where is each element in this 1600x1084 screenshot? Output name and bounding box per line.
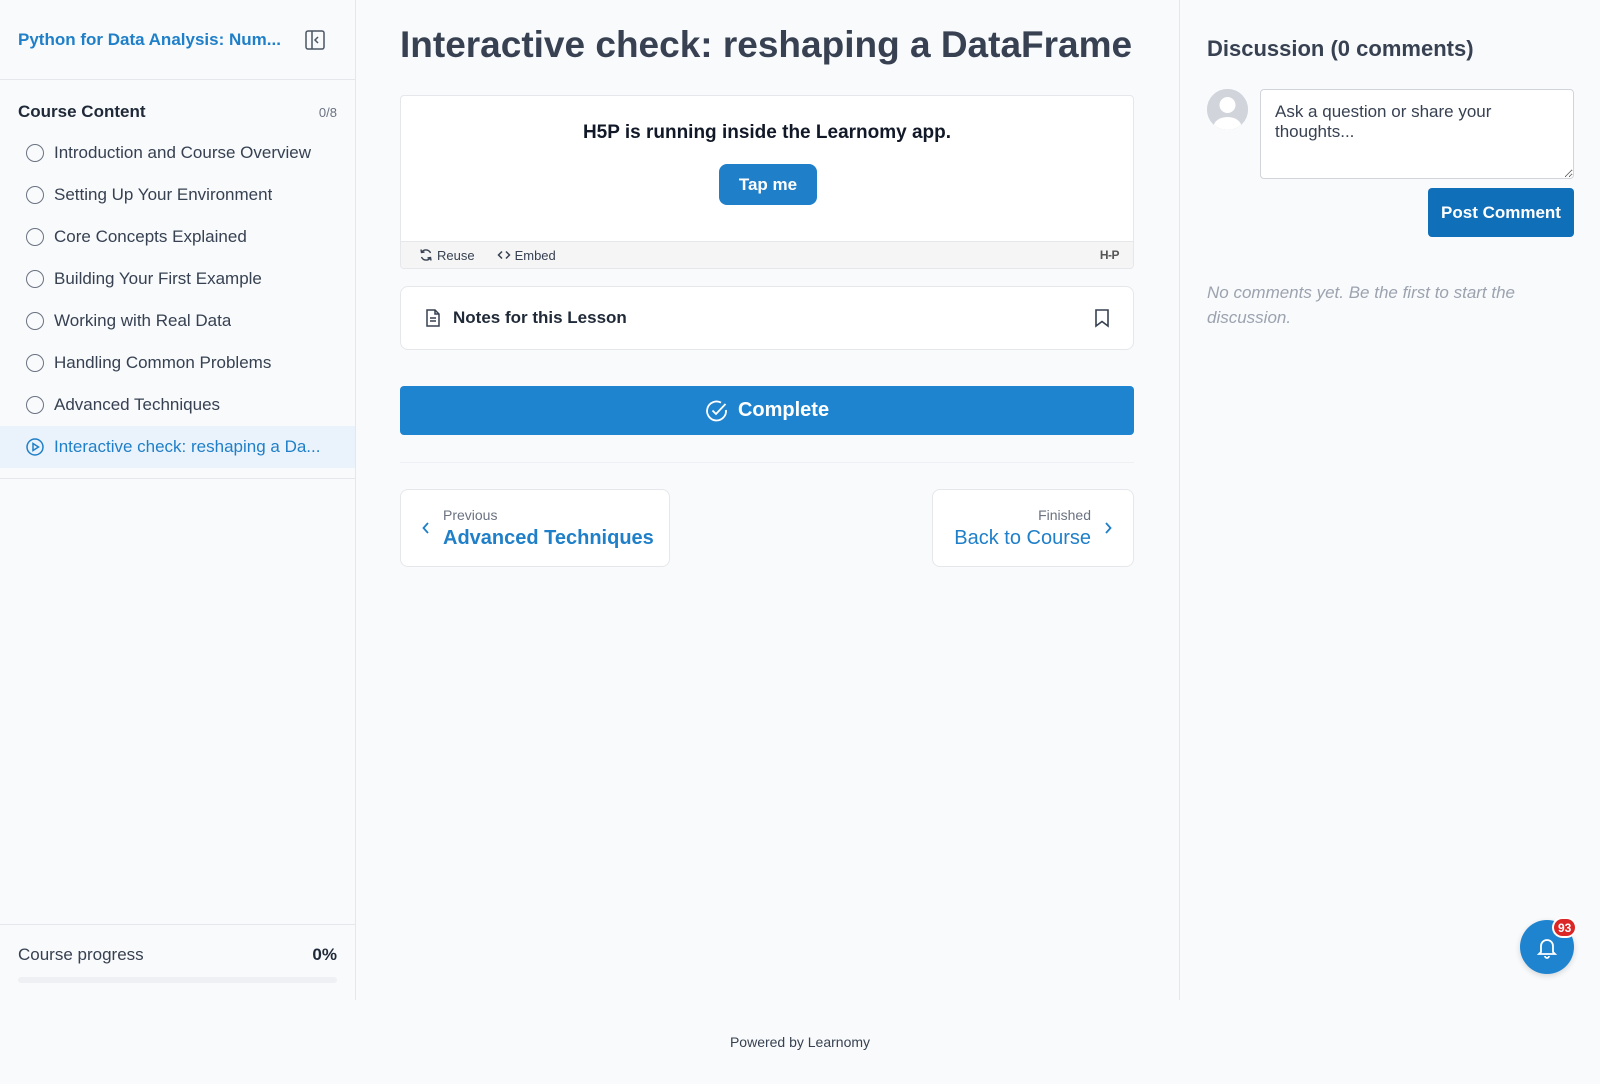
finished-label: Finished — [1038, 506, 1091, 523]
reuse-link[interactable]: Reuse — [419, 248, 475, 263]
lesson-label: Interactive check: reshaping a Da... — [54, 437, 321, 456]
comment-input[interactable] — [1260, 89, 1574, 179]
h5p-footer: Reuse Embed H-P — [401, 241, 1133, 268]
chevron-right-icon — [1105, 522, 1112, 534]
lesson-item[interactable]: Setting Up Your Environment — [0, 174, 355, 216]
h5p-embed: H5P is running inside the Learnomy app. … — [400, 95, 1134, 269]
lesson-label: Handling Common Problems — [54, 353, 272, 372]
incomplete-circle-icon — [26, 144, 44, 162]
course-title[interactable]: Python for Data Analysis: Num... — [18, 30, 281, 50]
complete-button[interactable]: Complete — [400, 386, 1134, 435]
embed-label: Embed — [514, 247, 556, 263]
lesson-item-active[interactable]: Interactive check: reshaping a Da... — [0, 426, 355, 468]
lesson-label: Advanced Techniques — [54, 395, 221, 414]
lesson-notes-panel[interactable]: Notes for this Lesson — [400, 286, 1134, 350]
complete-label: Complete — [737, 399, 830, 421]
lesson-list: Introduction and Course Overview Setting… — [0, 132, 355, 468]
embed-link[interactable]: Embed — [497, 248, 556, 263]
lesson-label: Building Your First Example — [54, 269, 262, 288]
tap-me-button[interactable]: Tap me — [719, 164, 817, 205]
section-divider — [400, 462, 1134, 463]
bell-icon — [1536, 939, 1558, 959]
notification-badge: 93 — [1552, 917, 1578, 938]
previous-lesson-link[interactable]: Previous Advanced Techniques — [400, 489, 670, 567]
discussion-panel: Discussion (0 comments) Post Comment No … — [1179, 0, 1600, 1000]
lesson-item[interactable]: Building Your First Example — [0, 258, 355, 300]
check-circle-icon — [706, 400, 727, 421]
lesson-label: Setting Up Your Environment — [54, 185, 273, 204]
h5p-logo: H-P — [1099, 248, 1120, 262]
lesson-item[interactable]: Introduction and Course Overview — [0, 132, 355, 174]
post-comment-button[interactable]: Post Comment — [1428, 188, 1574, 237]
course-sidebar: Python for Data Analysis: Num... Course … — [0, 0, 356, 1000]
sidebar-divider — [0, 478, 355, 479]
lesson-item[interactable]: Handling Common Problems — [0, 342, 355, 384]
lesson-count: 0/8 — [318, 104, 337, 120]
bookmark-icon — [1095, 309, 1109, 328]
chevron-left-icon — [422, 522, 429, 534]
back-to-course-link[interactable]: Finished Back to Course — [932, 489, 1134, 567]
page-footer: Powered by Learnomy — [0, 1000, 1600, 1084]
lesson-label: Core Concepts Explained — [54, 227, 247, 246]
reuse-label: Reuse — [437, 247, 475, 263]
progress-label: Course progress — [18, 945, 144, 964]
play-circle-icon — [26, 438, 44, 456]
reuse-icon — [420, 249, 432, 261]
lesson-label: Working with Real Data — [54, 311, 232, 330]
avatar — [1207, 89, 1248, 130]
lesson-label: Introduction and Course Overview — [54, 143, 312, 162]
h5p-message: H5P is running inside the Learnomy app. — [582, 122, 952, 143]
incomplete-circle-icon — [26, 186, 44, 204]
sidebar-header: Python for Data Analysis: Num... — [0, 0, 355, 80]
progress-value: 0% — [312, 945, 337, 964]
discussion-title: Discussion (0 comments) — [1207, 36, 1474, 61]
previous-lesson-title: Advanced Techniques — [443, 526, 654, 549]
document-icon — [426, 309, 440, 327]
incomplete-circle-icon — [26, 228, 44, 246]
back-to-course-title: Back to Course — [954, 526, 1091, 549]
course-content-header: Course Content 0/8 — [0, 80, 355, 132]
page-title: Interactive check: reshaping a DataFrame — [400, 24, 1133, 65]
previous-label: Previous — [443, 506, 498, 523]
empty-comments-text: No comments yet. Be the first to start t… — [1207, 283, 1516, 327]
incomplete-circle-icon — [26, 312, 44, 330]
course-content-label: Course Content — [18, 102, 146, 121]
incomplete-circle-icon — [26, 270, 44, 288]
lesson-main: Interactive check: reshaping a DataFrame… — [357, 0, 1179, 1000]
incomplete-circle-icon — [26, 396, 44, 414]
course-progress: Course progress 0% — [0, 924, 355, 1000]
incomplete-circle-icon — [26, 354, 44, 372]
collapse-sidebar-icon[interactable] — [303, 28, 327, 52]
lesson-item[interactable]: Advanced Techniques — [0, 384, 355, 426]
lesson-item[interactable]: Core Concepts Explained — [0, 216, 355, 258]
notes-label: Notes for this Lesson — [453, 308, 627, 327]
progress-bar — [18, 977, 337, 983]
lesson-item[interactable]: Working with Real Data — [0, 300, 355, 342]
embed-icon — [497, 250, 511, 260]
